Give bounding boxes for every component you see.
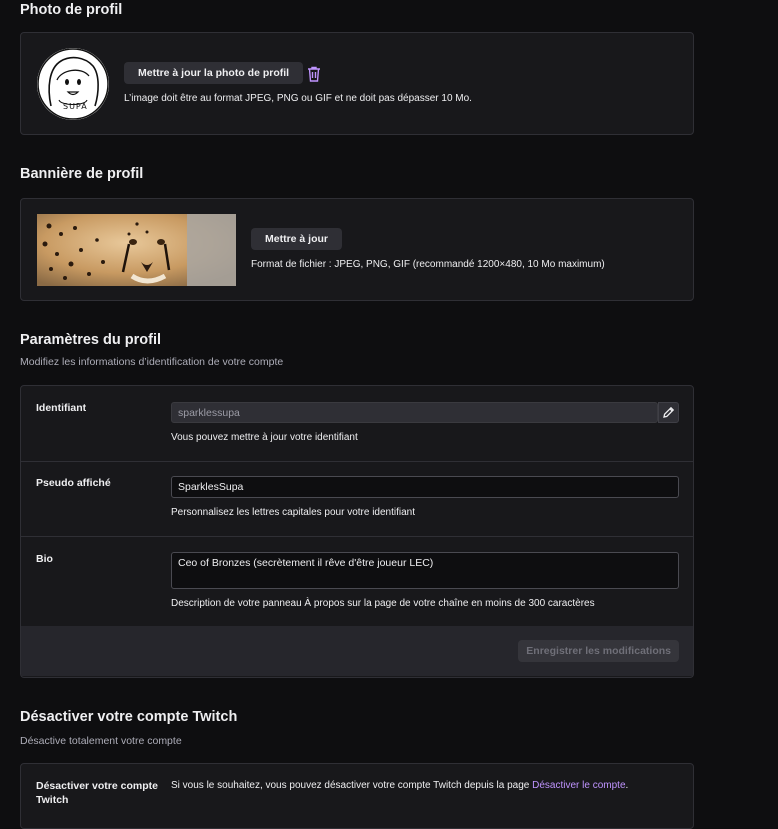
display-name-hint: Personnalisez les lettres capitales pour… [171, 507, 416, 518]
update-banner-button[interactable]: Mettre à jour [251, 228, 343, 250]
avatar: SUPA [37, 48, 109, 120]
bio-row: Bio Ceo of Bronzes (secrètement il rêve … [21, 536, 693, 626]
bio-label: Bio [36, 553, 53, 565]
username-input[interactable] [171, 402, 658, 423]
banner-hint: Format de fichier : JPEG, PNG, GIF (reco… [251, 259, 605, 270]
photo-card: SUPA Mettre à jour la photo de profil L’… [20, 32, 694, 135]
bio-hint: Description de votre panneau À propos su… [171, 598, 595, 609]
save-changes-button[interactable]: Enregistrer les modifications [518, 640, 679, 662]
disable-account-link[interactable]: Désactiver le compte [532, 780, 625, 791]
update-photo-button[interactable]: Mettre à jour la photo de profil [124, 62, 304, 84]
disable-card: Désactiver votre compte Twitch Si vous l… [20, 763, 694, 829]
banner-card: Mettre à jour Format de fichier : JPEG, … [20, 198, 694, 301]
disable-period: . [625, 780, 629, 791]
edit-username-button[interactable] [658, 402, 679, 423]
cheetah-image [37, 214, 236, 286]
username-label: Identifiant [36, 402, 87, 414]
settings-subtitle: Modifiez les informations d’identificati… [20, 356, 284, 368]
banner-section-title: Bannière de profil [20, 166, 144, 182]
settings-section-title: Paramètres du profil [20, 332, 162, 348]
banner-image [37, 214, 236, 286]
photo-section-title: Photo de profil [20, 2, 123, 18]
username-hint: Vous pouvez mettre à jour votre identifi… [171, 432, 358, 443]
display-name-row: Pseudo affiché Personnalisez les lettres… [21, 461, 693, 537]
disable-text: Si vous le souhaitez, vous pouvez désact… [171, 780, 530, 791]
photo-hint: L’image doit être au format JPEG, PNG ou… [124, 93, 472, 104]
pencil-icon [663, 406, 675, 418]
disable-text-line: Si vous le souhaitez, vous pouvez désact… [171, 780, 628, 791]
disable-section-title: Désactiver votre compte Twitch [20, 709, 238, 725]
display-name-label: Pseudo affiché [36, 477, 111, 489]
settings-footer: Enregistrer les modifications [21, 626, 693, 676]
bio-textarea[interactable]: Ceo of Bronzes (secrètement il rêve d'êt… [171, 552, 679, 589]
disable-label: Désactiver votre compte Twitch [36, 780, 158, 806]
avatar-text: SUPA [63, 102, 88, 111]
trash-icon[interactable] [307, 66, 321, 82]
display-name-input[interactable] [171, 476, 679, 498]
disable-subtitle: Désactive totalement votre compte [20, 735, 182, 747]
username-row: Identifiant Vous pouvez mettre à jour vo… [21, 386, 693, 462]
settings-card: Identifiant Vous pouvez mettre à jour vo… [20, 385, 694, 678]
